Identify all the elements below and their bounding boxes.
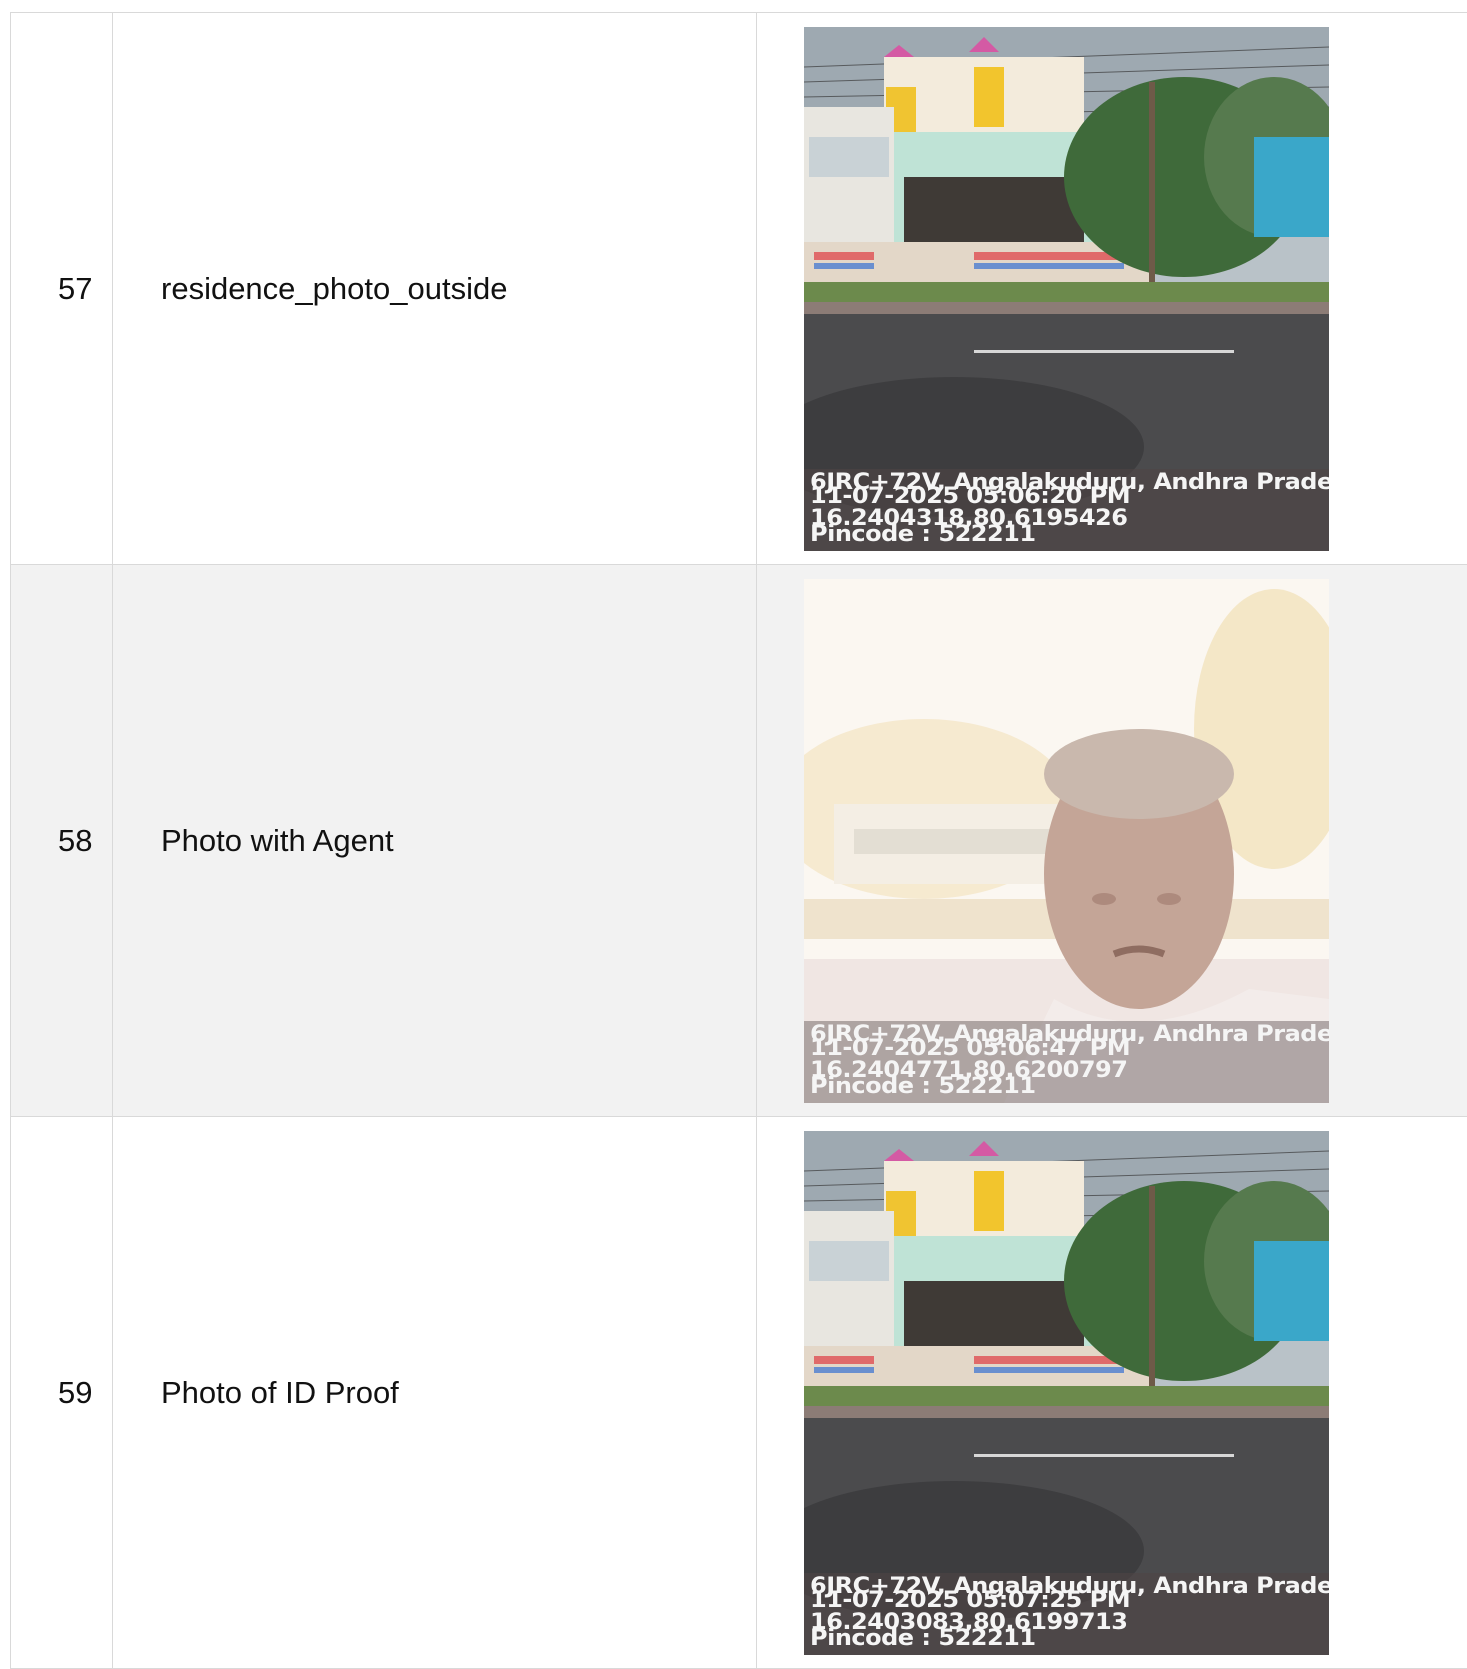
- row-label: Photo of ID Proof: [112, 1117, 756, 1668]
- geotag-stamp: 6JRC+72V, Angalakuduru, Andhra Pradesh 5…: [804, 1020, 1329, 1103]
- row-number: 59: [10, 1117, 112, 1668]
- row-label: Photo with Agent: [112, 565, 756, 1116]
- photo-cell: 6JRC+72V, Angalakuduru, Andhra Pradesh 5…: [756, 565, 1467, 1116]
- table-row: 58 Photo with Agent 6JRC+72V, Angalakudu…: [10, 565, 1467, 1117]
- row-number: 57: [10, 13, 112, 564]
- geotag-stamp: 6JRC+72V, Angalakuduru, Andhra Pradesh 5…: [804, 468, 1329, 551]
- stamp-pincode: Pincode : 522211: [810, 1624, 1036, 1651]
- agent-photo[interactable]: 6JRC+72V, Angalakuduru, Andhra Pradesh 5…: [804, 579, 1329, 1103]
- id-proof-photo[interactable]: 6JRC+72V, Angalakuduru, Andhra Pradesh 5…: [804, 1131, 1329, 1655]
- table-row: 59 Photo of ID Proof 6JRC+72V, Angalakud…: [10, 1117, 1467, 1669]
- row-number: 58: [10, 565, 112, 1116]
- stamp-pincode: Pincode : 522211: [810, 520, 1036, 547]
- row-label: residence_photo_outside: [112, 13, 756, 564]
- photo-cell: 6JRC+72V, Angalakuduru, Andhra Pradesh 5…: [756, 13, 1467, 564]
- table-row: 57 residence_photo_outside 6JRC+72V, Ang…: [10, 13, 1467, 565]
- verification-table: 57 residence_photo_outside 6JRC+72V, Ang…: [10, 12, 1467, 1669]
- geotag-stamp: 6JRC+72V, Angalakuduru, Andhra Pradesh 5…: [804, 1572, 1329, 1655]
- residence-photo[interactable]: 6JRC+72V, Angalakuduru, Andhra Pradesh 5…: [804, 27, 1329, 551]
- stamp-pincode: Pincode : 522211: [810, 1072, 1036, 1099]
- photo-cell: 6JRC+72V, Angalakuduru, Andhra Pradesh 5…: [756, 1117, 1467, 1668]
